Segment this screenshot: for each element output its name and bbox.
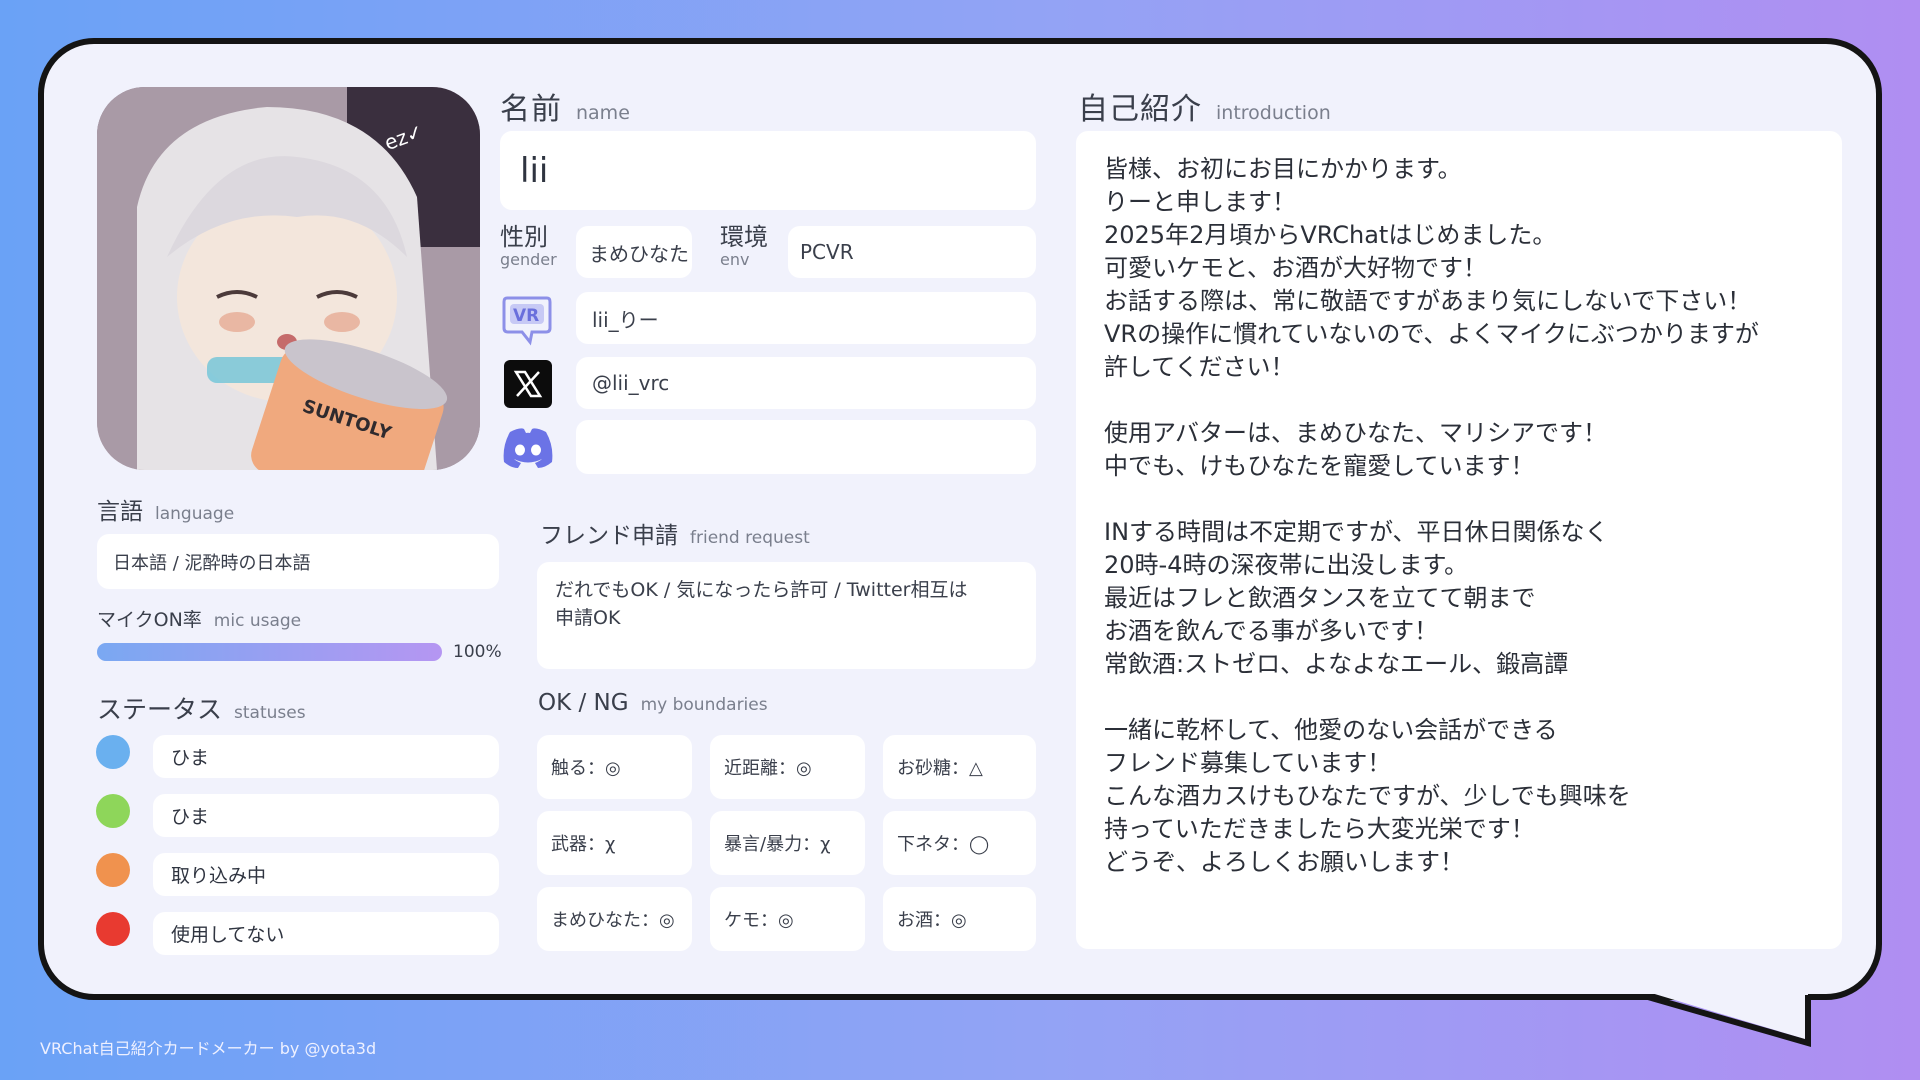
statuses-heading: ステータス statuses <box>97 695 306 724</box>
mic-usage-percent: 100% <box>453 642 502 662</box>
name-field[interactable]: lii <box>500 131 1036 210</box>
boundary-item[interactable]: 近距離：◎ <box>710 735 865 799</box>
gender-label: 性別 gender <box>500 223 557 269</box>
svg-text:VR: VR <box>513 306 539 326</box>
boundary-item[interactable]: お酒：◎ <box>883 887 1036 951</box>
boundary-item[interactable]: お砂糖：△ <box>883 735 1036 799</box>
status-dot-4 <box>96 912 130 946</box>
status-field-3[interactable]: 取り込み中 <box>153 853 499 896</box>
boundary-item[interactable]: 触る：◎ <box>537 735 692 799</box>
boundary-item[interactable]: まめひなた：◎ <box>537 887 692 951</box>
boundary-item[interactable]: 武器：χ <box>537 811 692 875</box>
status-field-2[interactable]: ひま <box>153 794 499 837</box>
introduction-heading: 自己紹介 introduction <box>1078 92 1331 127</box>
boundaries-heading: OK / NG my boundaries <box>538 690 768 716</box>
mic-usage-track <box>97 643 442 661</box>
vrchat-icon: VR <box>502 294 552 346</box>
discord-icon <box>500 426 556 470</box>
vrchat-id-field[interactable]: lii_りー <box>576 292 1036 344</box>
discord-id-field[interactable] <box>576 420 1036 474</box>
language-heading: 言語 language <box>97 499 235 525</box>
boundary-item[interactable]: ケモ：◎ <box>710 887 865 951</box>
env-field[interactable]: PCVR <box>788 226 1036 278</box>
x-logo-icon <box>504 360 552 408</box>
introduction-field[interactable]: 皆様、お初にお目にかかります。 りーと申します！ 2025年2月頃からVRCha… <box>1076 131 1842 949</box>
env-label: 環境 env <box>720 223 768 269</box>
avatar: SUNTOLY ez✓ <box>97 87 480 470</box>
avatar-illustration: SUNTOLY ez✓ <box>97 87 480 470</box>
status-field-1[interactable]: ひま <box>153 735 499 778</box>
status-dot-1 <box>96 735 130 769</box>
name-heading: 名前 name <box>500 92 630 127</box>
friend-request-field[interactable]: だれでもOK / 気になったら許可 / Twitter相互は 申請OK <box>537 562 1036 669</box>
name-value: lii <box>520 150 549 191</box>
mic-heading: マイクON率 mic usage <box>97 609 302 631</box>
gender-field[interactable]: まめひなた <box>576 226 692 278</box>
mic-usage-bar <box>97 643 442 661</box>
status-field-4[interactable]: 使用してない <box>153 912 499 955</box>
language-field[interactable]: 日本語 / 泥酔時の日本語 <box>97 534 499 589</box>
friend-request-heading: フレンド申請 friend request <box>540 523 810 549</box>
boundary-item[interactable]: 下ネタ：◯ <box>883 811 1036 875</box>
x-handle-field[interactable]: @lii_vrc <box>576 357 1036 409</box>
status-dot-2 <box>96 794 130 828</box>
boundary-item[interactable]: 暴言/暴力：χ <box>710 811 865 875</box>
status-dot-3 <box>96 853 130 887</box>
